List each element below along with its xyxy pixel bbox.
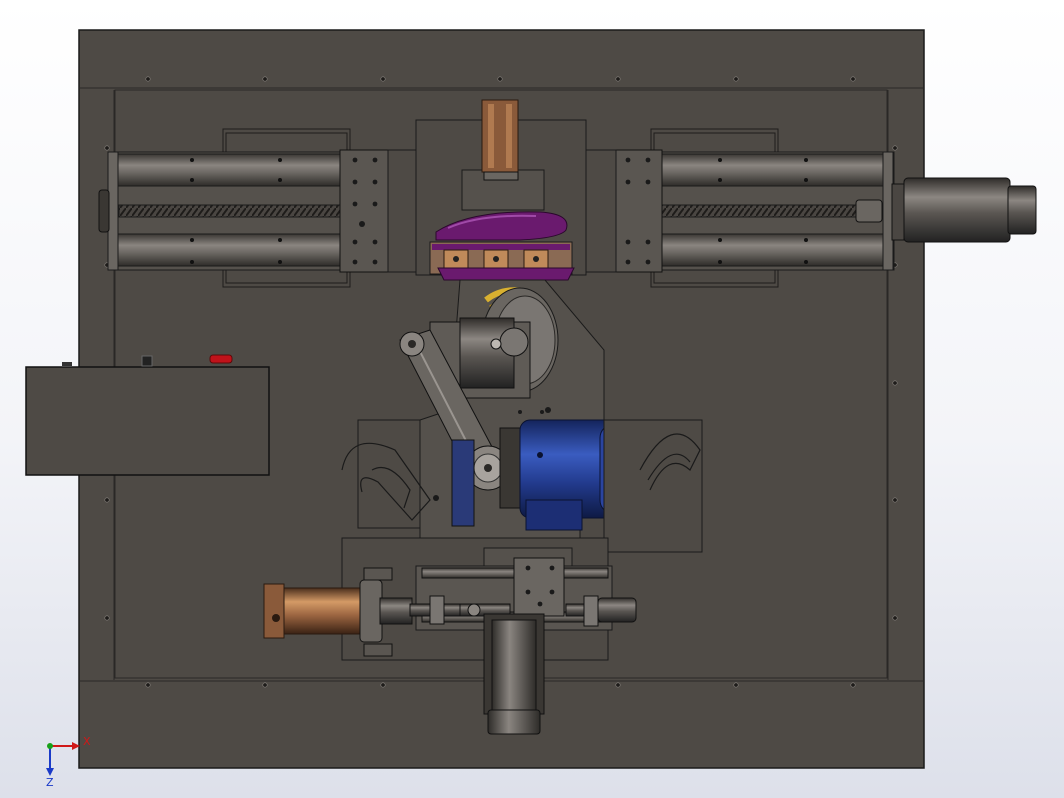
left-lead-screw [118, 204, 342, 218]
cad-viewport[interactable]: X Z [0, 0, 1064, 798]
x-axis-label: X [83, 735, 91, 748]
bottom-motor[interactable] [483, 613, 545, 735]
left-guide-rail-top [116, 153, 341, 187]
assembly-drawing[interactable]: X Z [0, 0, 1064, 798]
right-servo-motor[interactable] [891, 177, 1037, 243]
control-knob[interactable] [141, 355, 153, 367]
emergency-stop-button[interactable] [209, 354, 233, 364]
right-slide-carriage[interactable] [613, 149, 663, 273]
right-guide-rail-top [661, 153, 885, 187]
left-linear-module[interactable] [98, 151, 342, 271]
left-slide-carriage[interactable] [339, 149, 389, 273]
right-linear-module[interactable] [661, 151, 895, 271]
control-box[interactable] [25, 354, 270, 476]
left-carriage-bracket [387, 149, 419, 273]
z-axis-label: Z [46, 776, 54, 789]
top-pusher-block[interactable] [481, 99, 519, 181]
left-guide-rail-bottom [116, 233, 341, 267]
right-carriage-bracket [585, 149, 617, 273]
blue-spacer-block [451, 439, 475, 527]
right-lead-screw [661, 204, 859, 218]
right-guide-rail-bottom [661, 233, 885, 267]
